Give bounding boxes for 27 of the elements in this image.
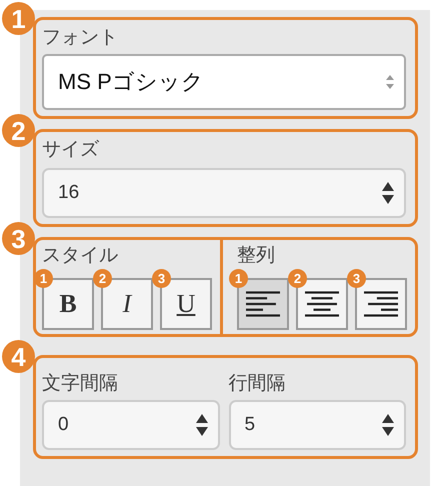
number-badge: 2	[93, 269, 112, 288]
style-label: スタイル	[42, 244, 119, 268]
align-center-icon	[305, 291, 339, 317]
size-select[interactable]: 16	[42, 168, 406, 218]
number-badge: 3	[2, 222, 35, 255]
number-badge: 3	[152, 269, 171, 288]
spacing-select[interactable]: 5	[228, 400, 406, 450]
up-down-icon	[382, 182, 394, 204]
number-badge: 1	[34, 269, 53, 288]
font-label: フォント	[42, 26, 119, 50]
align-left-icon	[246, 291, 280, 317]
number-badge: 4	[2, 340, 35, 373]
number-badge: 1	[2, 2, 35, 35]
spacing-label: 文字間隔	[42, 372, 119, 396]
font-select[interactable]: MS Pゴシック	[42, 54, 406, 110]
spacing-label: 行間隔	[228, 372, 286, 396]
align-right-icon	[364, 291, 398, 317]
up-down-icon	[386, 75, 394, 89]
size-label: サイズ	[42, 138, 100, 162]
up-down-icon	[382, 414, 394, 436]
number-badge: 2	[288, 269, 307, 288]
align-label: 整列	[237, 244, 276, 268]
up-down-icon	[196, 414, 208, 436]
number-badge: 2	[2, 114, 35, 147]
number-badge: 3	[347, 269, 366, 288]
number-badge: 1	[229, 269, 248, 288]
spacing-select[interactable]: 0	[42, 400, 220, 450]
